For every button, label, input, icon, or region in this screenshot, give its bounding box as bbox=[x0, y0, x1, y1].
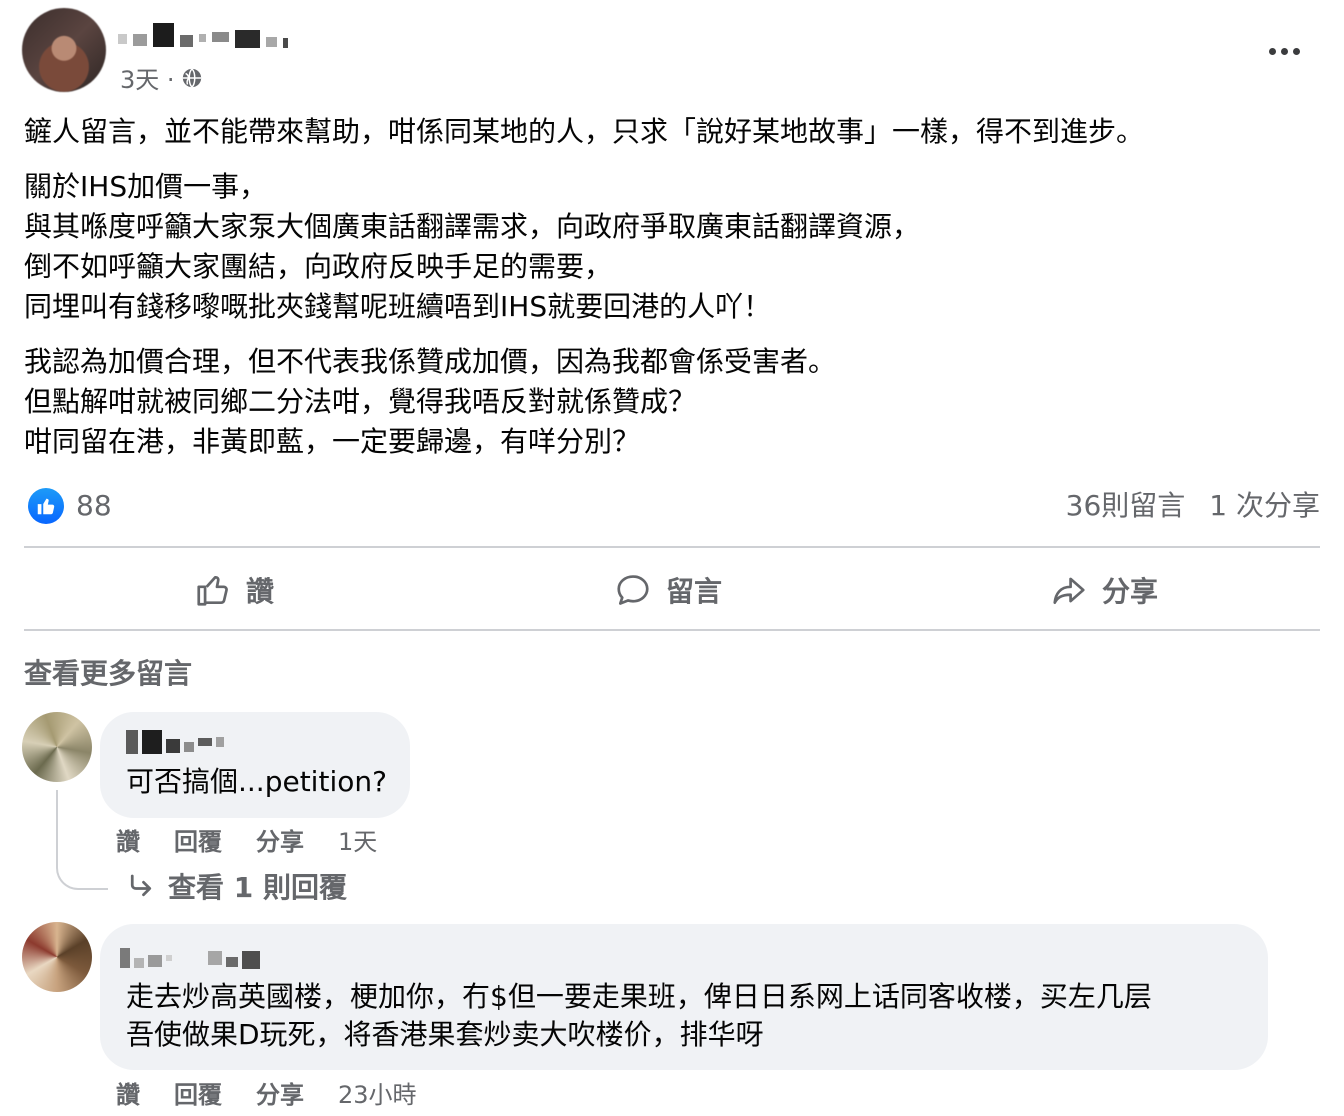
view-replies-link[interactable]: 查看 1 則回覆 bbox=[126, 866, 347, 906]
comment-button[interactable]: 留言 bbox=[614, 565, 722, 615]
share-button[interactable]: 分享 bbox=[1050, 565, 1158, 615]
post-line: 鏟人留言，並不能帶來幫助，咁係同某地的人，只求「說好某地故事」一樣，得不到進步。 bbox=[24, 115, 1145, 148]
post-stats: 36則留言 1 次分享 bbox=[1066, 488, 1320, 524]
post-paragraph-1: 鏟人留言，並不能帶來幫助，咁係同某地的人，只求「說好某地故事」一樣，得不到進步。 bbox=[24, 112, 1324, 152]
comment-share-link[interactable]: 分享 bbox=[256, 822, 304, 857]
comment-reply-link[interactable]: 回覆 bbox=[174, 1075, 222, 1110]
like-button-label: 讚 bbox=[246, 575, 275, 608]
share-count[interactable]: 1 次分享 bbox=[1209, 488, 1320, 524]
comment-bubble: 走去炒高英國楼，梗加你，冇$但一要走果班，俾日日系网上话同客收楼，买左几层 吾使… bbox=[100, 924, 1268, 1070]
commenter-avatar[interactable] bbox=[22, 712, 92, 782]
post-paragraph-3: 我認為加價合理，但不代表我係贊成加價，因為我都會係受害者。 但點解咁就被同鄉二分… bbox=[24, 342, 1324, 462]
like-button[interactable]: 讚 bbox=[194, 565, 274, 615]
comment-time[interactable]: 23小時 bbox=[338, 1075, 417, 1110]
globe-icon bbox=[182, 67, 201, 88]
comment-line: 走去炒高英國楼，梗加你，冇$但一要走果班，俾日日系网上话同客收楼，买左几层 bbox=[126, 980, 1152, 1013]
post-meta: 3天 · bbox=[120, 60, 203, 95]
comment-like-link[interactable]: 讚 bbox=[116, 822, 140, 857]
post-line: 咁同留在港，非黃即藍，一定要歸邊，有咩分別？ bbox=[24, 425, 641, 458]
post-line: 我認為加價合理，但不代表我係贊成加價，因為我都會係受害者。 bbox=[24, 345, 837, 378]
thread-connector bbox=[56, 790, 108, 890]
comment-reply-link[interactable]: 回覆 bbox=[174, 822, 222, 857]
commenter-name-redacted[interactable] bbox=[120, 944, 260, 972]
author-avatar[interactable] bbox=[22, 8, 106, 92]
view-more-comments-link[interactable]: 查看更多留言 bbox=[24, 652, 192, 692]
post-line: 與其喺度呼籲大家泵大個廣東話翻譯需求，向政府爭取廣東話翻譯資源， bbox=[24, 210, 921, 243]
post-body: 鏟人留言，並不能帶來幫助，咁係同某地的人，只求「說好某地故事」一樣，得不到進步。… bbox=[24, 112, 1324, 477]
comment-share-link[interactable]: 分享 bbox=[256, 1075, 304, 1110]
post-line: 倒不如呼籲大家團結，向政府反映手足的需要， bbox=[24, 250, 613, 283]
reply-arrow-icon bbox=[130, 874, 152, 897]
comment-button-label: 留言 bbox=[666, 575, 723, 608]
comment-count[interactable]: 36則留言 bbox=[1066, 488, 1186, 524]
divider bbox=[24, 546, 1320, 548]
post-line: 但點解咁就被同鄉二分法咁，覺得我唔反對就係贊成？ bbox=[24, 385, 697, 418]
more-options-icon[interactable] bbox=[1262, 38, 1306, 64]
comment-like-link[interactable]: 讚 bbox=[116, 1075, 140, 1110]
like-reaction-icon[interactable] bbox=[28, 488, 64, 524]
comment-actions: 讚 回覆 分享 23小時 bbox=[116, 1075, 417, 1110]
thumbs-up-outline-icon bbox=[197, 575, 228, 606]
post-time[interactable]: 3天 · bbox=[120, 60, 175, 95]
speech-bubble-icon bbox=[617, 575, 649, 605]
divider bbox=[24, 629, 1320, 631]
share-button-label: 分享 bbox=[1102, 575, 1159, 608]
author-name-redacted[interactable] bbox=[118, 20, 288, 50]
share-arrow-icon bbox=[1053, 577, 1085, 605]
post-paragraph-2: 關於IHS加價一事， 與其喺度呼籲大家泵大個廣東話翻譯需求，向政府爭取廣東話翻譯… bbox=[24, 167, 1324, 327]
like-count[interactable]: 88 bbox=[76, 488, 112, 524]
thumbs-up-icon bbox=[37, 498, 55, 515]
commenter-name-redacted[interactable] bbox=[126, 728, 224, 756]
comment-bubble: 可否搞個...petition? bbox=[100, 712, 410, 818]
post-line: 同埋叫有錢移嚟嘅批夾錢幫呢班續唔到IHS就要回港的人吖！ bbox=[24, 290, 772, 323]
comment-line: 吾使做果D玩死，将香港果套炒卖大吹楼价，排华呀 bbox=[126, 1018, 764, 1051]
comment-time[interactable]: 1天 bbox=[338, 822, 377, 857]
comment-text: 走去炒高英國楼，梗加你，冇$但一要走果班，俾日日系网上话同客收楼，买左几层 吾使… bbox=[126, 978, 1152, 1054]
post-line: 關於IHS加價一事， bbox=[24, 170, 268, 203]
view-replies-label: 查看 1 則回覆 bbox=[168, 871, 347, 904]
comment-actions: 讚 回覆 分享 1天 bbox=[116, 822, 377, 857]
commenter-avatar[interactable] bbox=[22, 922, 92, 992]
comment-text: 可否搞個...petition? bbox=[126, 765, 387, 798]
